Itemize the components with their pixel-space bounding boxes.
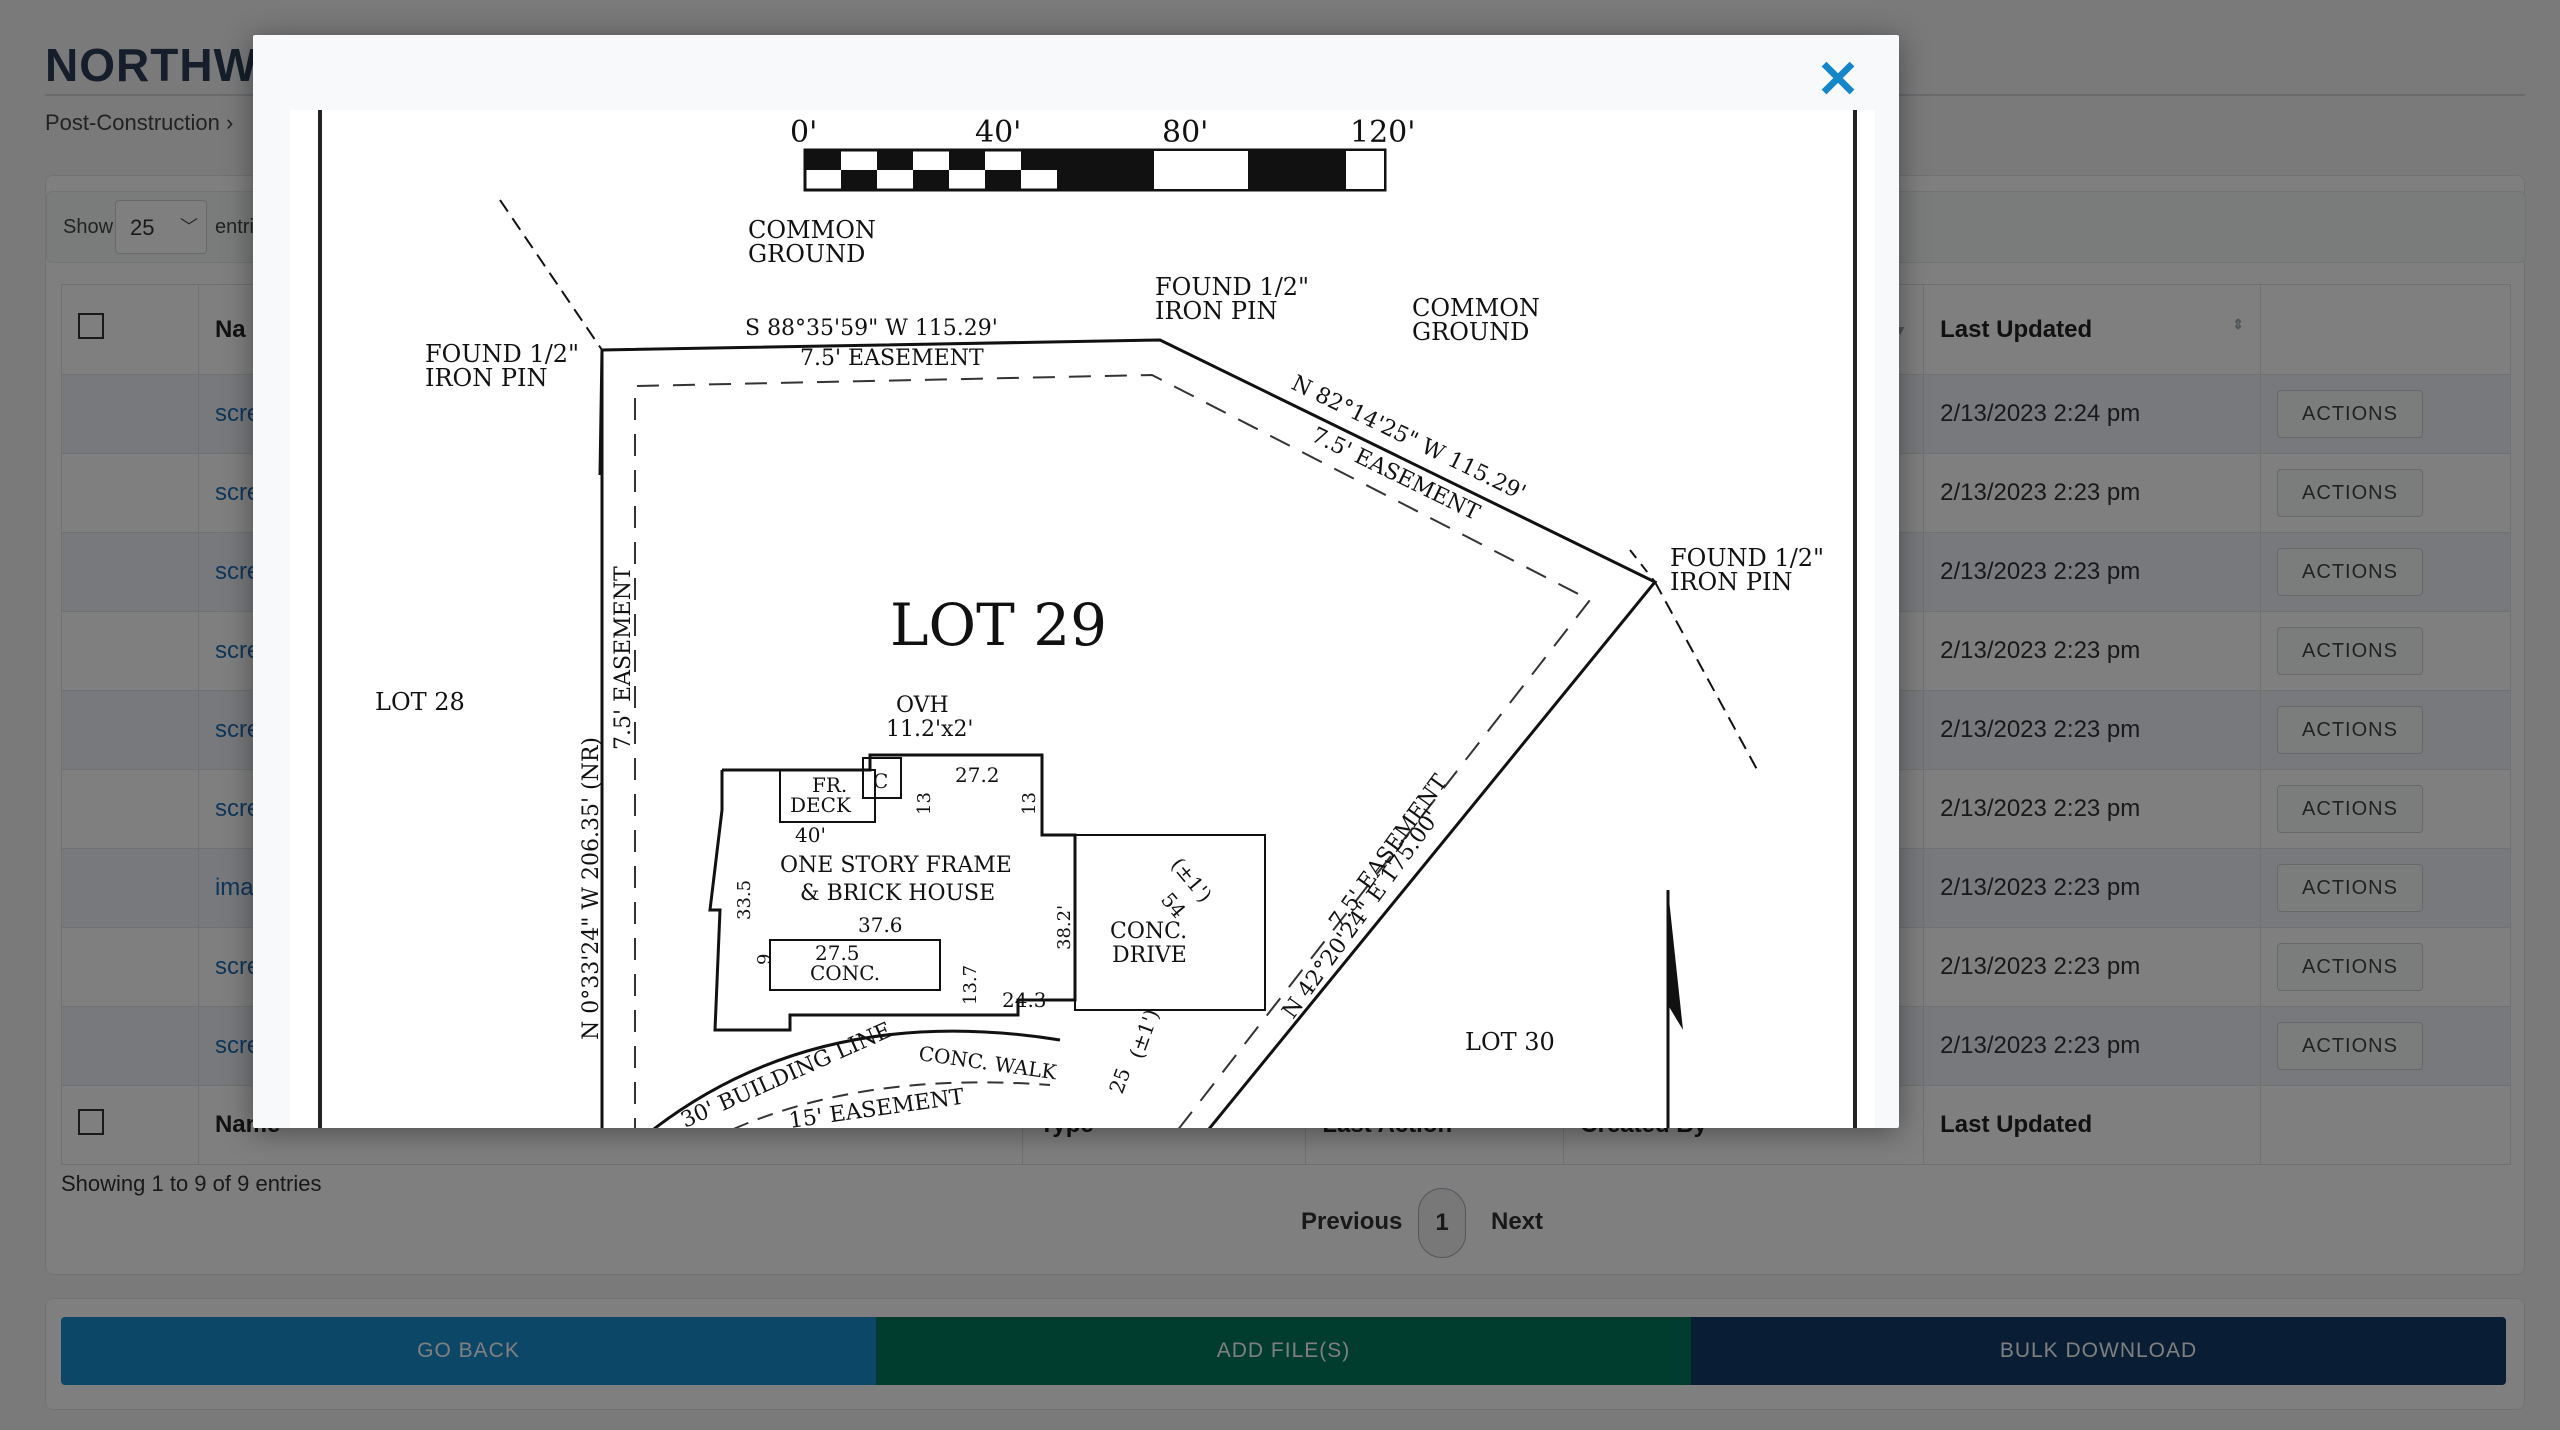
pm1-b: (±1') [1124, 1006, 1164, 1062]
conc-label: CONC. [810, 961, 880, 985]
scale-120: 120' [1350, 115, 1416, 150]
scale-40: 40' [975, 115, 1021, 150]
iron-pin-3: IRON PIN [1670, 568, 1792, 596]
close-icon[interactable]: ✕ [1813, 54, 1863, 106]
conc-drive-1: CONC. [1110, 919, 1187, 944]
dim-24-3: 24.3 [1002, 988, 1047, 1012]
conc-walk-label: CONC. WALK [917, 1041, 1059, 1084]
scale-0: 0' [790, 115, 817, 150]
house-label-2: & BRICK HOUSE [800, 881, 995, 906]
dim-40: 40' [795, 823, 826, 847]
scale-80: 80' [1162, 115, 1208, 150]
dim-33-5: 33.5 [734, 880, 755, 920]
lot-30-label: LOT 30 [1465, 1028, 1555, 1056]
se-bearing: N 42°20'24" E 175.00' [1278, 806, 1445, 1023]
west-bearing: N 0°33'24" W 206.35' (NR) [579, 737, 604, 1040]
dim-27-2: 27.2 [955, 763, 1000, 787]
lot-29-title: LOT 29 [890, 591, 1107, 659]
scale-bar [803, 148, 1387, 192]
image-preview-modal: ✕ 0' 40' 80' 120' COMMON GROUND COMMON G… [253, 35, 1899, 1128]
top-bearing: S 88°35'59" W 115.29' [745, 316, 998, 341]
dim-38-2: 38.2' [1054, 905, 1075, 950]
deck-label: DECK [790, 793, 852, 817]
top-easement: 7.5' EASEMENT [800, 346, 984, 371]
conc-drive-2: DRIVE [1112, 943, 1187, 968]
dim-37-6: 37.6 [858, 913, 903, 937]
ovh-dim: 11.2'x2' [886, 717, 973, 742]
ovh-label: OVH [896, 693, 949, 718]
dim-13a: 13 [914, 792, 935, 815]
dim-13b: 13 [1019, 792, 1040, 815]
common-ground-label-4: GROUND [1412, 318, 1529, 346]
common-ground-label-2: GROUND [748, 240, 865, 268]
iron-pin-2: IRON PIN [1155, 297, 1277, 325]
iron-pin-1: IRON PIN [425, 364, 547, 392]
lot-28-label: LOT 28 [375, 688, 465, 716]
c-label: C [873, 769, 888, 793]
plat-image: 0' 40' 80' 120' COMMON GROUND COMMON GRO… [290, 110, 1875, 1128]
house-label-1: ONE STORY FRAME [780, 853, 1012, 878]
west-easement: 7.5' EASEMENT [611, 566, 636, 750]
bottom-easement-label: 15' EASEMENT [787, 1085, 966, 1128]
dim-13-7: 13.7 [960, 965, 981, 1005]
dim-54: 54 [1156, 888, 1191, 923]
plat-drawing: 0' 40' 80' 120' COMMON GROUND COMMON GRO… [318, 110, 1857, 1128]
dim-25: 25 [1104, 1065, 1135, 1097]
dim-9: 9 [754, 954, 775, 965]
north-arrow-icon [1666, 890, 1683, 1128]
